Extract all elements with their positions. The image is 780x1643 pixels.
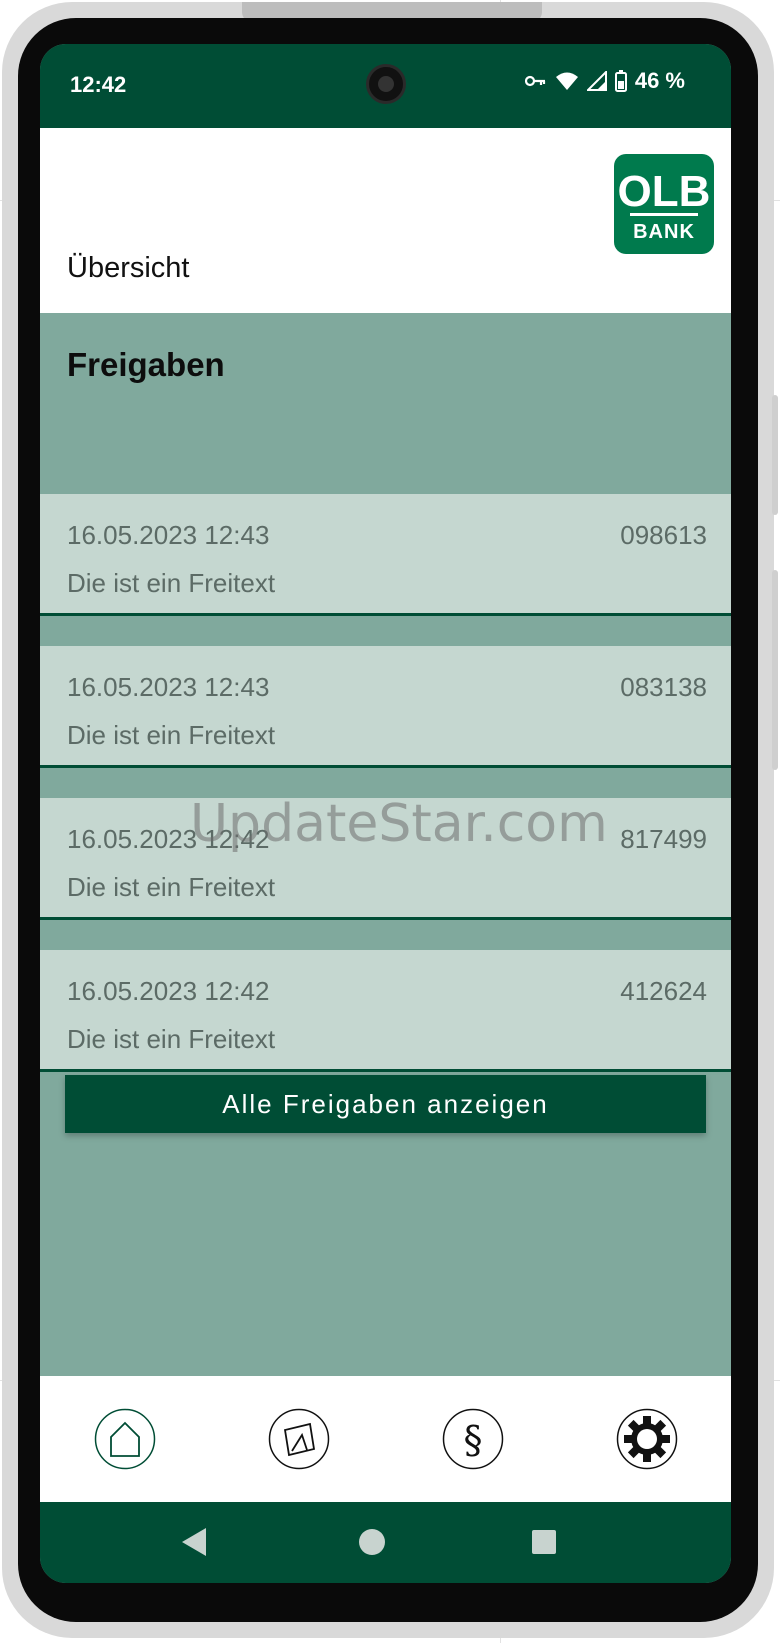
status-icons: 46 % <box>524 68 685 94</box>
battery-percentage: 46 % <box>634 68 685 93</box>
cell-signal-icon <box>586 71 607 91</box>
phone-screen: 12:42 46 % Übersicht OLB BANK Freigaben … <box>40 44 731 1583</box>
recents-button[interactable] <box>531 1529 557 1560</box>
status-time: 12:42 <box>70 72 127 97</box>
svg-text:§: § <box>464 1418 483 1462</box>
release-datetime: 16.05.2023 12:43 <box>67 672 270 702</box>
release-text: Die ist ein Freitext <box>67 1024 276 1054</box>
document-icon <box>268 1408 330 1470</box>
release-datetime: 16.05.2023 12:43 <box>67 520 270 550</box>
release-id: 098613 <box>620 520 707 550</box>
bottom-navigation: § <box>40 1376 731 1502</box>
volume-button <box>772 395 778 515</box>
release-item[interactable]: 16.05.2023 12:42 412624 Die ist ein Frei… <box>40 950 731 1072</box>
release-item[interactable]: 16.05.2023 12:43 083138 Die ist ein Frei… <box>40 646 731 768</box>
nav-documents-button[interactable] <box>268 1408 330 1470</box>
logo-text-bottom: BANK <box>633 221 695 243</box>
gear-icon <box>616 1408 678 1470</box>
paragraph-icon: § <box>442 1408 504 1470</box>
release-text: Die ist ein Freitext <box>67 872 276 902</box>
release-text: Die ist ein Freitext <box>67 720 276 750</box>
status-bar: 12:42 46 % <box>40 44 731 128</box>
battery-icon <box>614 70 627 92</box>
release-text: Die ist ein Freitext <box>67 568 276 598</box>
wifi-icon <box>555 71 579 91</box>
section-title: Freigaben <box>67 346 225 383</box>
home-system-button[interactable] <box>358 1528 386 1561</box>
vpn-key-icon <box>524 74 547 88</box>
release-datetime: 16.05.2023 12:42 <box>67 976 270 1006</box>
nav-settings-button[interactable] <box>616 1408 678 1470</box>
nav-legal-button[interactable]: § <box>442 1408 504 1470</box>
release-item[interactable]: 16.05.2023 12:43 098613 Die ist ein Frei… <box>40 494 731 616</box>
front-camera <box>366 64 406 104</box>
release-id: 083138 <box>620 672 707 702</box>
show-all-releases-button[interactable]: Alle Freigaben anzeigen <box>65 1075 706 1133</box>
power-button <box>772 570 778 770</box>
system-navigation-bar <box>40 1502 731 1583</box>
logo-text-top: OLB <box>618 167 711 216</box>
release-id: 817499 <box>620 824 707 854</box>
nav-home-button[interactable] <box>94 1408 156 1470</box>
home-icon <box>94 1408 156 1470</box>
back-button[interactable] <box>180 1526 208 1563</box>
olb-bank-logo: OLB BANK <box>614 154 714 254</box>
app-header: Übersicht OLB BANK <box>40 128 731 313</box>
release-id: 412624 <box>620 976 707 1006</box>
page-title: Übersicht <box>67 252 190 284</box>
watermark: UpdateStar.com <box>190 794 608 854</box>
